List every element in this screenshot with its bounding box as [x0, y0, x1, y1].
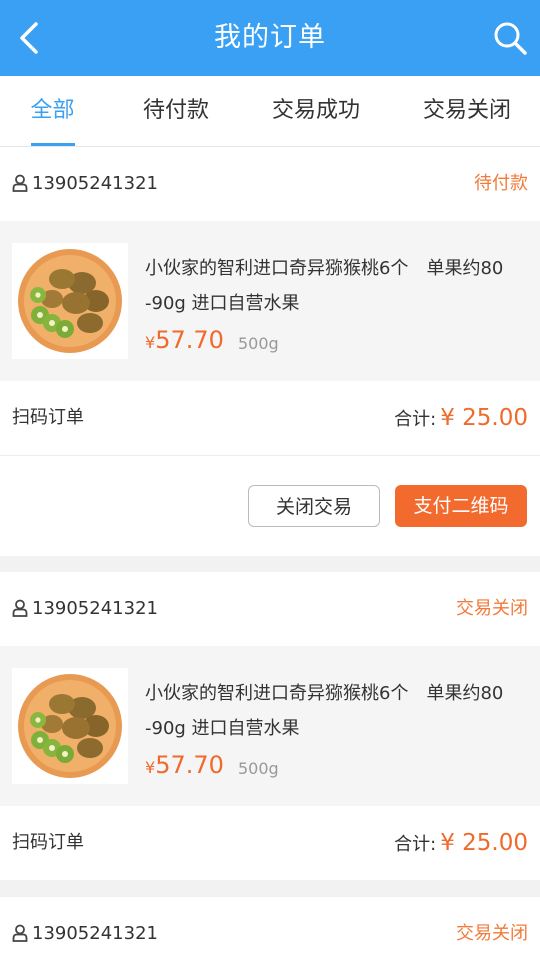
product-name-part1: 小伙家的智利进口奇异猕猴桃6个	[145, 683, 409, 704]
phone-number: 13905241321	[32, 923, 158, 944]
order-status: 待付款	[474, 173, 528, 194]
order-card: 13905241321 交易关闭 小伙家的智利进口奇异猕猴桃6个 单果约80 -…	[0, 572, 540, 880]
user-icon	[12, 599, 28, 617]
order-header: 13905241321 交易关闭	[0, 572, 540, 646]
order-header: 13905241321 待付款	[0, 147, 540, 221]
product-name-part2: 单果约80	[426, 258, 504, 279]
order-summary: 扫码订单 合计: ¥ 25.00	[0, 806, 540, 880]
buyer-phone: 13905241321	[12, 897, 158, 960]
order-total: 合计: ¥ 25.00	[394, 381, 528, 457]
order-card: 13905241321 交易关闭	[0, 897, 540, 960]
order-total: 合计: ¥ 25.00	[394, 806, 528, 882]
price-value: 57.70	[155, 751, 224, 779]
product-name: 小伙家的智利进口奇异猕猴桃6个 单果约80 -90g 进口自营水果	[145, 676, 533, 746]
user-icon	[12, 174, 28, 192]
product-thumbnail	[12, 668, 128, 784]
top-nav-bar: 我的订单	[0, 0, 540, 76]
phone-number: 13905241321	[32, 173, 158, 194]
price-value: 57.70	[155, 326, 224, 354]
kiwi-fruit-image	[18, 674, 122, 778]
total-amount: ¥ 25.00	[440, 405, 528, 431]
order-filter-tabs: 全部 待付款 交易成功 交易关闭	[0, 76, 540, 147]
product-row[interactable]: 小伙家的智利进口奇异猕猴桃6个 单果约80 -90g 进口自营水果 ¥57.70 …	[0, 646, 540, 806]
product-name-part2: 单果约80	[426, 683, 504, 704]
phone-number: 13905241321	[32, 598, 158, 619]
currency-symbol: ¥	[145, 333, 156, 352]
close-trade-button[interactable]: 关闭交易	[248, 485, 380, 527]
order-actions: 关闭交易 支付二维码	[0, 456, 540, 556]
product-name-part1: 小伙家的智利进口奇异猕猴桃6个	[145, 258, 409, 279]
currency-symbol: ¥	[145, 758, 156, 777]
order-header: 13905241321 交易关闭	[0, 897, 540, 960]
product-row[interactable]: 小伙家的智利进口奇异猕猴桃6个 单果约80 -90g 进口自营水果 ¥57.70 …	[0, 221, 540, 381]
product-price: ¥57.70	[145, 751, 224, 779]
order-card: 13905241321 待付款 小伙家的智利进口奇异猕猴桃6个 单果约80 -9…	[0, 147, 540, 556]
tab-pending-payment[interactable]: 待付款	[120, 76, 232, 146]
pay-qr-code-button[interactable]: 支付二维码	[395, 485, 527, 527]
order-type: 扫码订单	[12, 407, 84, 428]
buyer-phone: 13905241321	[12, 572, 158, 646]
order-type: 扫码订单	[12, 832, 84, 853]
tab-trade-success[interactable]: 交易成功	[258, 76, 374, 146]
kiwi-fruit-image	[18, 249, 122, 353]
total-label: 合计:	[394, 834, 437, 855]
buyer-phone: 13905241321	[12, 147, 158, 221]
tab-all[interactable]: 全部	[0, 76, 105, 146]
order-status: 交易关闭	[456, 598, 528, 619]
total-amount: ¥ 25.00	[440, 830, 528, 856]
order-summary: 扫码订单 合计: ¥ 25.00	[0, 381, 540, 456]
product-name: 小伙家的智利进口奇异猕猴桃6个 单果约80 -90g 进口自营水果	[145, 251, 533, 321]
product-name-line2: -90g 进口自营水果	[145, 293, 300, 314]
page-title: 我的订单	[214, 22, 326, 53]
product-name-line2: -90g 进口自营水果	[145, 718, 300, 739]
search-icon[interactable]	[490, 18, 530, 58]
user-icon	[12, 924, 28, 942]
product-thumbnail	[12, 243, 128, 359]
order-status: 交易关闭	[456, 923, 528, 944]
total-label: 合计:	[394, 409, 437, 430]
product-weight: 500g	[238, 334, 279, 353]
tab-trade-closed[interactable]: 交易关闭	[408, 76, 526, 146]
product-price: ¥57.70	[145, 326, 224, 354]
product-weight: 500g	[238, 759, 279, 778]
